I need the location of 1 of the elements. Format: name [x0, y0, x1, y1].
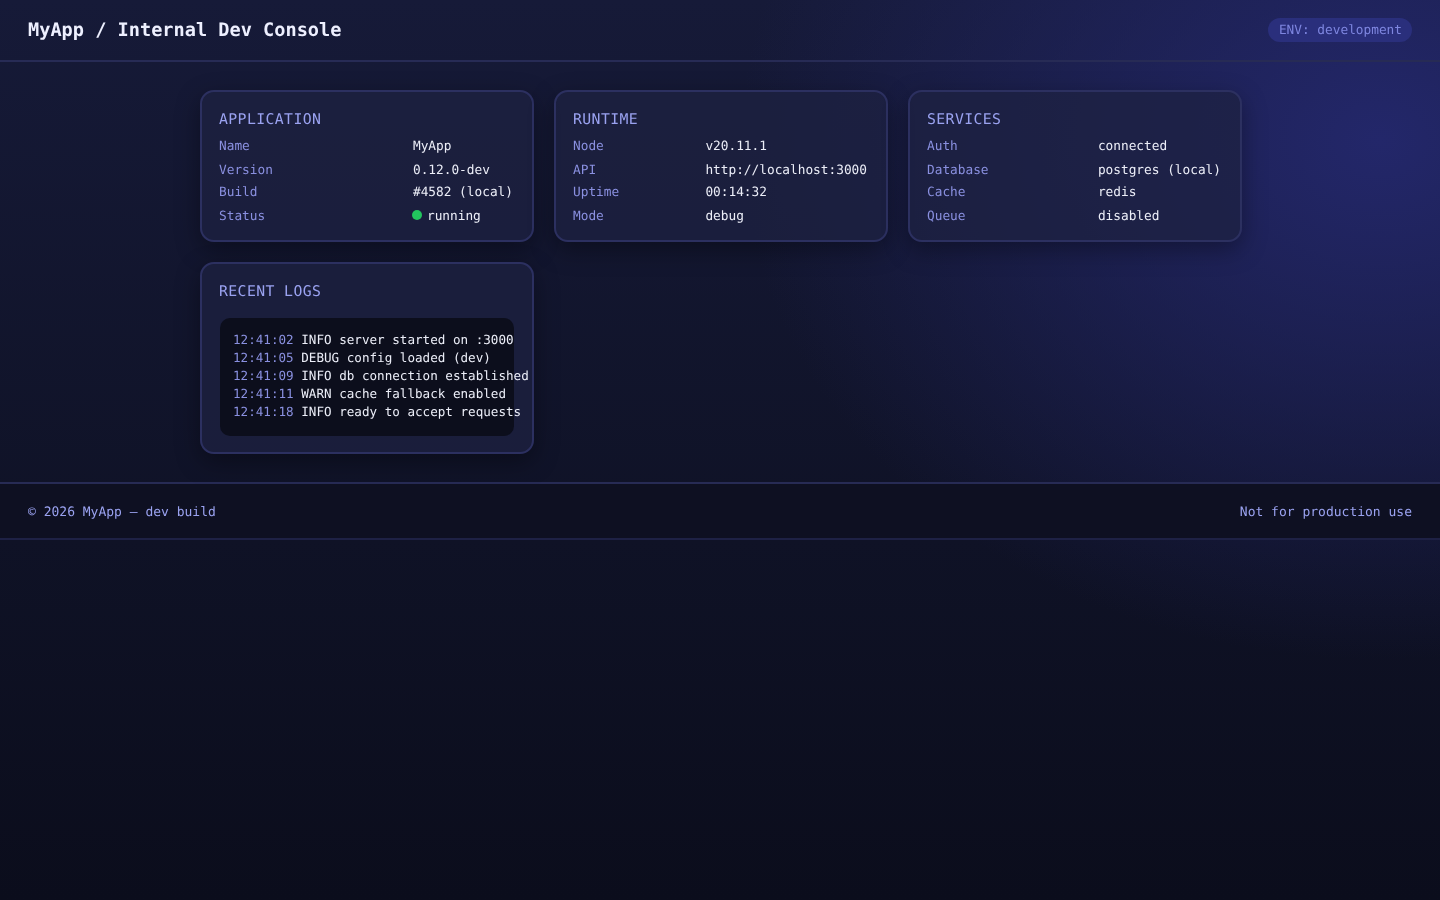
- page-title: MyApp / Internal Dev Console: [28, 19, 342, 41]
